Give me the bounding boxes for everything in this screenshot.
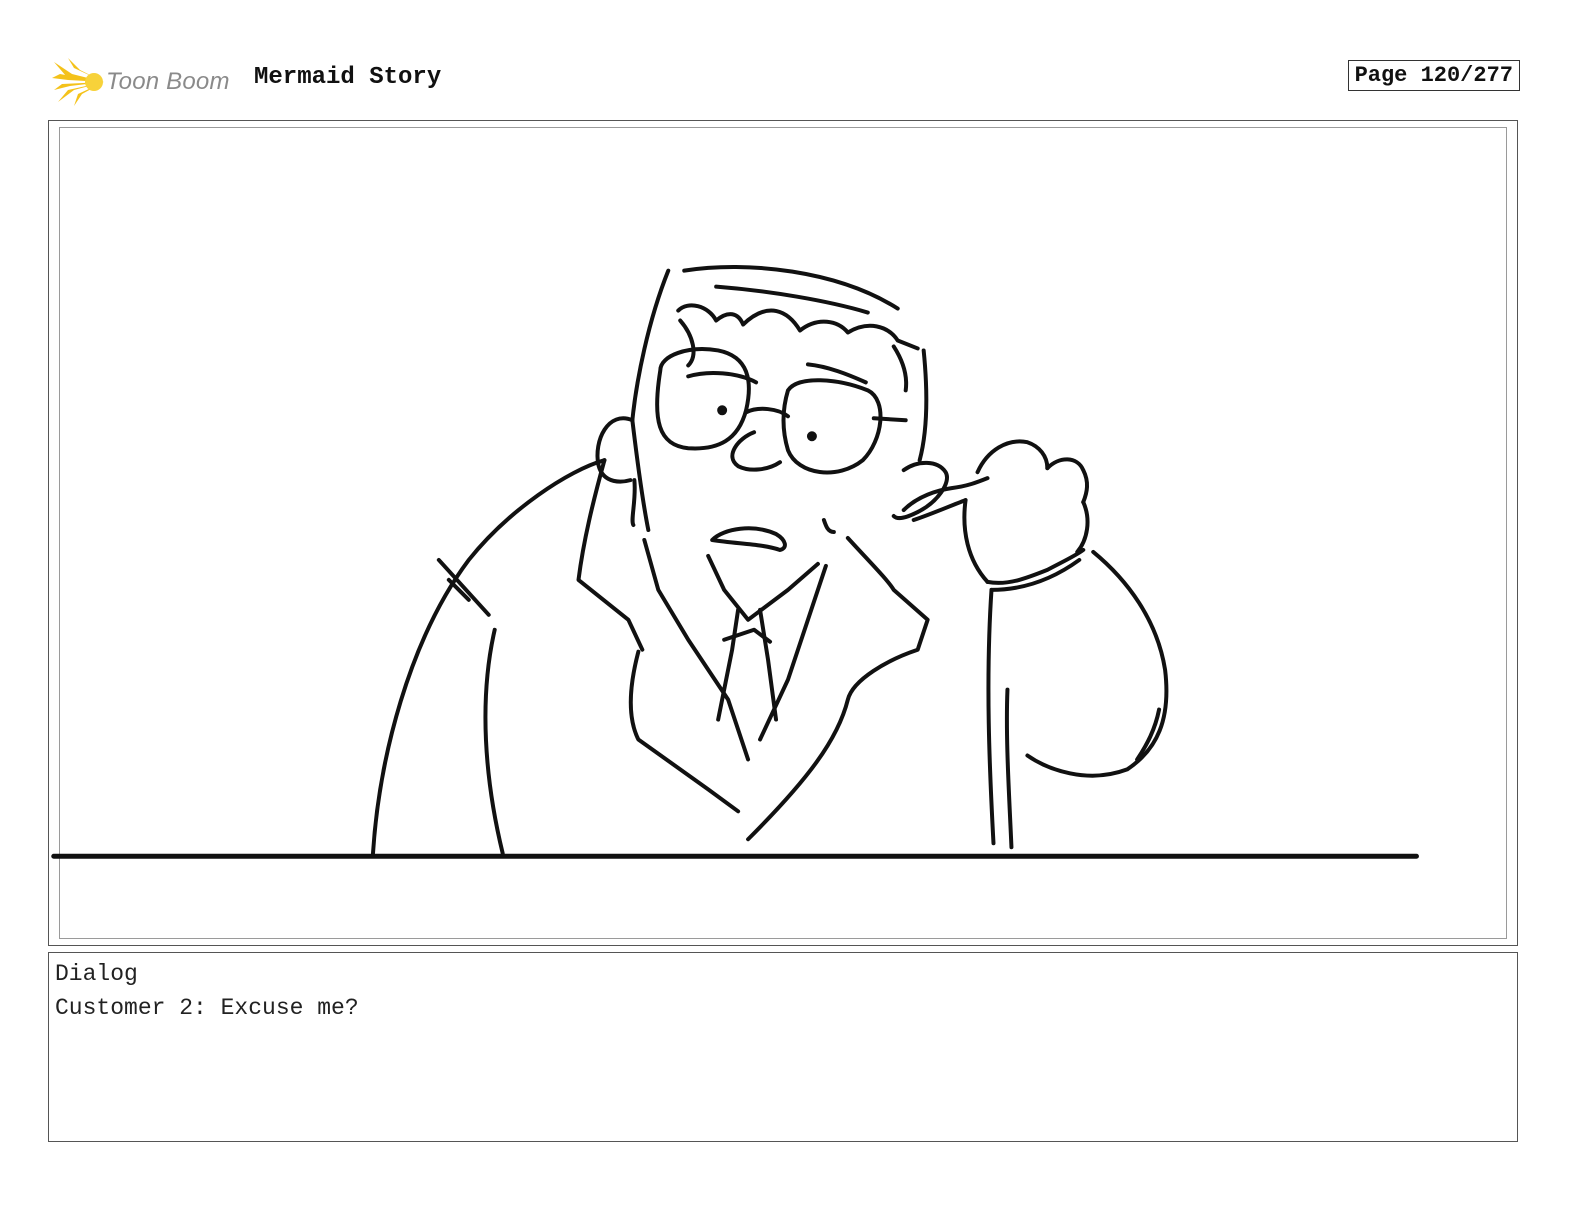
page-indicator: Page 120/277 (1347, 60, 1520, 91)
panel-sketch (51, 265, 1419, 859)
toon-boom-logo: Toon Boom (52, 56, 242, 108)
storyboard-panel (48, 120, 1518, 946)
project-title: Mermaid Story (254, 64, 442, 91)
dialog-line: Customer 2: Excuse me? (55, 995, 359, 1021)
sunburst-logo-icon (52, 58, 104, 106)
dialog-box: Dialog Customer 2: Excuse me? (48, 952, 1518, 1142)
logo-text: Toon Boom (106, 68, 230, 95)
dialog-label: Dialog (55, 961, 138, 987)
header: Toon Boom Mermaid Story Page 120/277 (48, 52, 1520, 108)
